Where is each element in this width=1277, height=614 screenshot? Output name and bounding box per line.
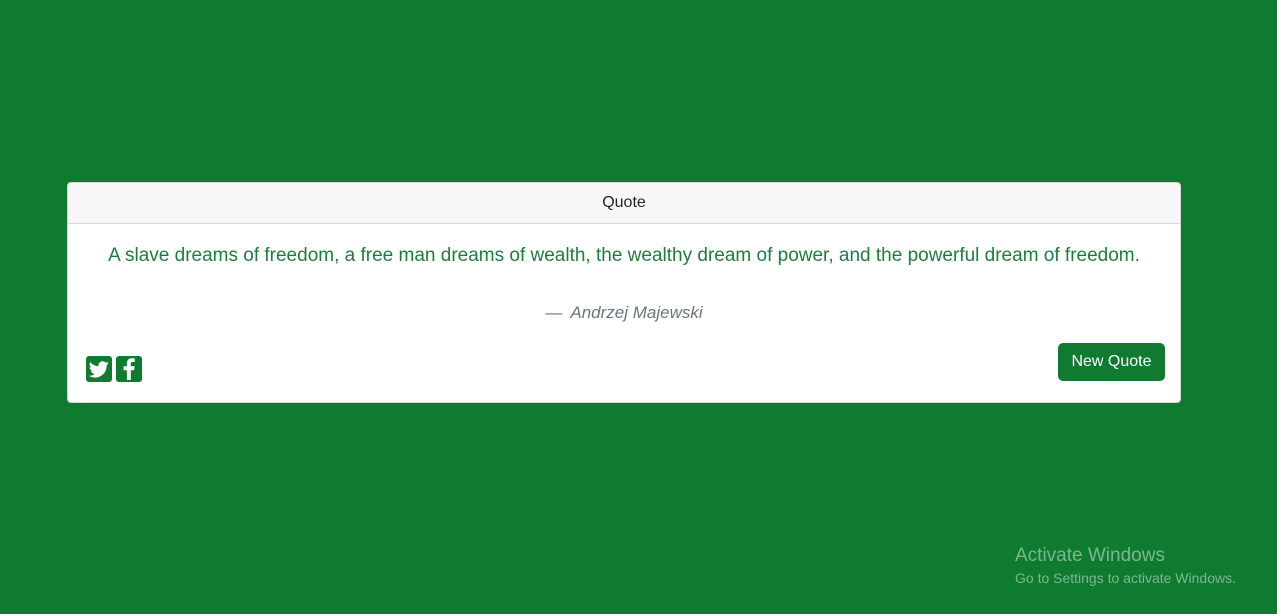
activate-windows-watermark: Activate Windows Go to Settings to activ… (1015, 545, 1236, 589)
new-quote-button[interactable]: New Quote (1058, 343, 1165, 381)
watermark-title: Activate Windows (1015, 545, 1165, 566)
quote-text: A slave dreams of freedom, a free man dr… (108, 245, 1140, 266)
quote-author: — Andrzej Majewski (68, 303, 1180, 323)
facebook-icon (123, 358, 135, 380)
facebook-share-button[interactable] (116, 356, 142, 382)
share-buttons (86, 356, 142, 382)
author-dash: — (545, 303, 563, 322)
twitter-icon (89, 360, 109, 377)
twitter-share-button[interactable] (86, 356, 112, 382)
quote-card: Quote A slave dreams of freedom, a free … (67, 182, 1181, 403)
card-header: Quote (68, 183, 1180, 224)
card-header-title: Quote (602, 194, 646, 211)
watermark-subtitle: Go to Settings to activate Windows. (1015, 570, 1236, 586)
author-name: Andrzej Majewski (570, 303, 703, 322)
